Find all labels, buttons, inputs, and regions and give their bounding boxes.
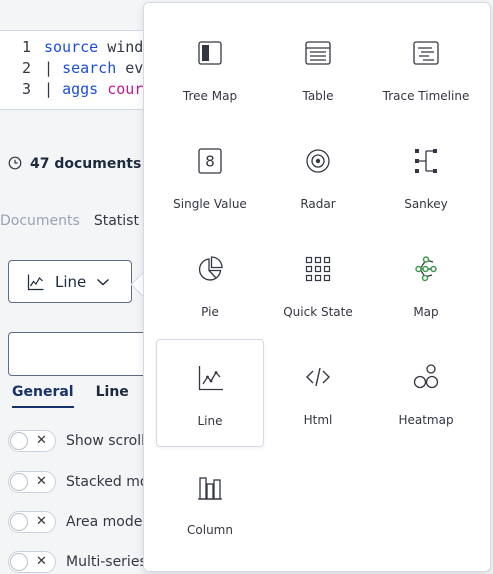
visualization-select-label: Line	[55, 272, 87, 291]
viz-option-quick-state[interactable]: Quick State	[264, 231, 372, 339]
viz-option-pie[interactable]: Pie	[156, 231, 264, 339]
viz-option-heatmap[interactable]: Heatmap	[372, 339, 480, 447]
quick-state-icon	[305, 256, 331, 282]
viz-option-label: Trace Timeline	[382, 89, 470, 103]
option-show-scroll: ✕ Show scroll	[8, 429, 145, 453]
viz-option-tree-map[interactable]: Tree Map	[156, 15, 264, 123]
map-icon	[415, 256, 437, 282]
result-summary: 47 documents m	[8, 156, 161, 176]
query-editor[interactable]: 1 source wind 2 | search ev 3 | aggs cour	[0, 30, 161, 110]
result-count: 47 documents m	[30, 156, 161, 172]
code-line-3: 3 | aggs cour	[22, 80, 143, 100]
line-chart-icon	[198, 366, 223, 391]
viz-option-map[interactable]: Map	[372, 231, 480, 339]
code-text: wind	[98, 38, 144, 56]
code-line-1: 1 source wind	[22, 38, 143, 58]
area-mode-toggle[interactable]: ✕	[8, 511, 56, 533]
heatmap-icon	[413, 364, 439, 389]
option-multi-series: ✕ Multi-series	[8, 550, 147, 574]
viz-option-column[interactable]: Column	[156, 449, 264, 557]
viz-option-label: Sankey	[404, 197, 448, 211]
viz-option-label: Heatmap	[398, 413, 454, 427]
code-function: cour	[98, 80, 144, 98]
settings-input[interactable]	[8, 332, 158, 376]
table-icon	[305, 41, 331, 65]
tree-map-icon	[198, 41, 222, 65]
line-chart-icon	[27, 274, 44, 290]
single-value-icon: 8	[198, 148, 222, 174]
code-text: |	[44, 80, 63, 98]
option-label: Multi-series	[66, 554, 147, 570]
stacked-mode-toggle[interactable]: ✕	[8, 471, 56, 493]
option-label: Show scroll	[66, 433, 146, 449]
clock-icon	[8, 156, 22, 170]
code-keyword: source	[44, 38, 99, 56]
viz-option-trace-timeline[interactable]: Trace Timeline	[372, 15, 480, 123]
code-text: |	[44, 59, 63, 77]
svg-text:8: 8	[205, 153, 215, 171]
column-icon	[198, 477, 222, 500]
viz-option-sankey[interactable]: Sankey	[372, 123, 480, 231]
code-text: ev	[116, 59, 144, 77]
close-icon: ✕	[36, 433, 47, 448]
viz-option-label: Column	[187, 523, 233, 537]
sankey-icon	[415, 149, 437, 173]
option-area-mode: ✕ Area mode	[8, 510, 142, 534]
visualization-picker-popover: Tree Map Table Trace Timeline 8 Single V…	[143, 2, 491, 572]
tab-line[interactable]: Line	[96, 384, 129, 406]
multi-series-toggle[interactable]: ✕	[8, 551, 56, 573]
pie-icon	[198, 256, 223, 281]
line-number: 1	[22, 38, 32, 56]
tab-documents[interactable]: Documents	[0, 213, 80, 229]
chevron-down-icon	[97, 278, 110, 285]
code-icon	[306, 367, 330, 387]
viz-option-table[interactable]: Table	[264, 15, 372, 123]
options-tabs: General Line	[12, 384, 151, 410]
close-icon: ✕	[36, 514, 47, 529]
result-tabs: Documents Statist	[0, 213, 139, 233]
tab-statistics[interactable]: Statist	[94, 213, 139, 229]
viz-option-single-value[interactable]: 8 Single Value	[156, 123, 264, 231]
viz-option-line[interactable]: Line	[156, 339, 264, 447]
line-number: 2	[22, 59, 32, 77]
code-keyword: aggs	[62, 80, 99, 98]
option-label: Area mode	[66, 514, 143, 530]
radar-icon	[306, 149, 330, 173]
code-keyword: search	[62, 59, 117, 77]
tab-general[interactable]: General	[12, 384, 74, 408]
viz-option-html[interactable]: Html	[264, 339, 372, 447]
trace-timeline-icon	[413, 41, 439, 65]
code-line-2: 2 | search ev	[22, 59, 143, 79]
close-icon: ✕	[36, 474, 47, 489]
option-stacked-mode: ✕ Stacked mod	[8, 470, 157, 494]
show-scroll-toggle[interactable]: ✕	[8, 430, 56, 452]
viz-option-radar[interactable]: Radar	[264, 123, 372, 231]
line-number: 3	[22, 80, 32, 98]
visualization-select-button[interactable]: Line	[8, 260, 132, 303]
viz-option-label: Map	[413, 305, 439, 319]
